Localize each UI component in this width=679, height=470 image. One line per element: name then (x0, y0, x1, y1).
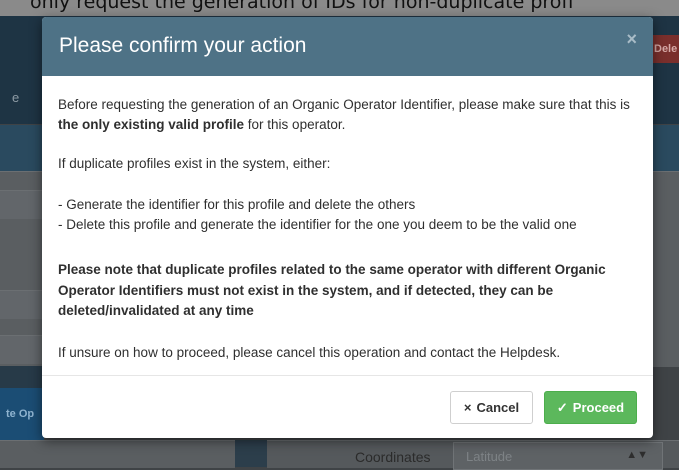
intro-text-bold: the only existing valid profile (58, 117, 245, 132)
background-field (0, 335, 44, 364)
option-generate: - Generate the identifier for this profi… (58, 197, 416, 212)
spinner-icon: ▲▼ (626, 449, 648, 461)
background-top-text: only request the generation of IDs for n… (30, 0, 574, 13)
background-strip (0, 366, 44, 388)
intro-paragraph: Before requesting the generation of an O… (58, 95, 640, 135)
modal-footer: × Cancel ✓ Proceed (42, 375, 653, 438)
coordinates-label: Coordinates (355, 449, 431, 465)
duplicates-paragraph: If duplicate profiles exist in the syste… (58, 156, 331, 171)
close-icon: × (463, 400, 472, 415)
cancel-button[interactable]: × Cancel (450, 391, 533, 424)
latitude-placeholder: Latitude (466, 449, 513, 464)
background-field (0, 290, 44, 319)
background-lower-panel (0, 440, 235, 468)
background-field (0, 190, 44, 219)
checkmark-icon: ✓ (556, 399, 568, 415)
proceed-button[interactable]: ✓ Proceed (544, 391, 637, 424)
modal-header: Please confirm your action × (42, 17, 653, 76)
helpdesk-paragraph: If unsure on how to proceed, please canc… (58, 345, 561, 360)
warning-note: Please note that duplicate profiles rela… (58, 262, 606, 318)
background-divider (235, 440, 267, 467)
background-top-banner: only request the generation of IDs for n… (0, 0, 679, 16)
option-delete: - Delete this profile and generate the i… (58, 217, 577, 232)
intro-text-before: Before requesting the generation of an O… (58, 97, 630, 112)
close-icon[interactable]: × (626, 29, 637, 50)
background-nav-text: e (12, 90, 20, 105)
intro-text-after: for this operator. (244, 117, 346, 132)
background-generate-button: te Op (0, 388, 44, 440)
modal-title: Please confirm your action (59, 34, 307, 57)
confirm-action-modal: Please confirm your action × Before requ… (42, 17, 653, 438)
proceed-label: Proceed (572, 400, 625, 415)
latitude-input: Latitude ▲▼ (453, 442, 663, 470)
cancel-label: Cancel (476, 400, 520, 415)
